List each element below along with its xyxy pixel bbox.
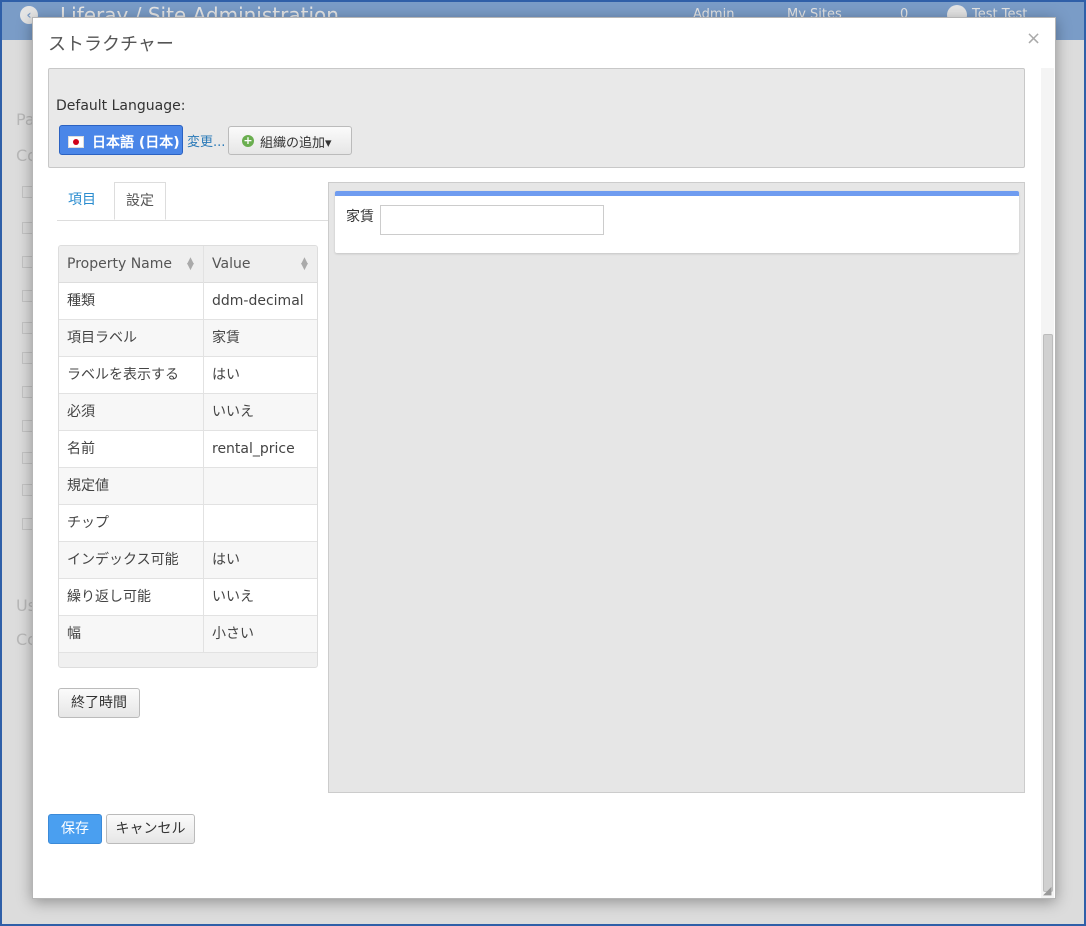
property-value-cell[interactable]: 家賃 xyxy=(204,320,240,356)
sort-icon[interactable]: ▲ ▼ xyxy=(301,257,308,272)
table-row[interactable]: 名前 rental_price xyxy=(59,431,317,468)
table-row[interactable]: 幅 小さい xyxy=(59,616,317,653)
table-header: Property Name ▲ ▼ Value ▲ ▼ xyxy=(59,246,317,283)
language-panel: Default Language: 日本語 (日本) 変更... + 組織の追加… xyxy=(48,68,1025,168)
table-row[interactable]: 繰り返し可能 いいえ xyxy=(59,579,317,616)
column-divider xyxy=(203,246,204,653)
add-organization-label: 組織の追加▾ xyxy=(260,136,332,151)
column-header-label: Property Name xyxy=(67,256,172,272)
property-name-cell: 規定値 xyxy=(67,478,109,494)
change-language-link[interactable]: 変更... xyxy=(187,131,225,150)
sort-icon[interactable]: ▲ ▼ xyxy=(187,257,194,272)
property-name-cell: チップ xyxy=(67,515,109,531)
rental-price-input[interactable] xyxy=(380,205,604,235)
scrollbar-thumb[interactable] xyxy=(1043,334,1053,892)
cancel-button[interactable]: キャンセル xyxy=(106,814,195,844)
close-settings-button[interactable]: 終了時間 xyxy=(58,688,140,718)
property-name-cell: 項目ラベル xyxy=(67,330,137,346)
property-name-cell: 名前 xyxy=(67,441,95,457)
resize-grip-icon[interactable]: ◢ xyxy=(1043,884,1051,897)
property-value-cell[interactable]: いいえ xyxy=(204,579,254,615)
property-value-cell[interactable] xyxy=(204,468,212,504)
table-row[interactable]: チップ xyxy=(59,505,317,542)
table-row[interactable]: インデックス可能 はい xyxy=(59,542,317,579)
field-label: 家賃 xyxy=(346,209,374,225)
language-button-label: 日本語 (日本) xyxy=(92,135,180,151)
dialog-title: ストラクチャー xyxy=(48,34,174,55)
property-name-cell: 種類 xyxy=(67,293,95,309)
plus-circle-icon: + xyxy=(242,134,254,147)
table-row[interactable]: ラベルを表示する はい xyxy=(59,357,317,394)
tab-fields[interactable]: 項目 xyxy=(57,182,107,219)
property-value-cell[interactable]: ddm-decimal xyxy=(204,283,304,319)
column-header-property-name[interactable]: Property Name xyxy=(59,246,203,282)
property-name-cell: インデックス可能 xyxy=(67,552,179,568)
selected-field[interactable]: 家賃 xyxy=(335,191,1019,253)
property-value-cell[interactable]: rental_price xyxy=(204,431,295,467)
close-icon[interactable]: × xyxy=(1026,28,1041,49)
property-name-cell: 必須 xyxy=(67,404,95,420)
tab-settings[interactable]: 設定 xyxy=(114,182,166,220)
property-value-cell[interactable]: はい xyxy=(204,357,240,393)
dialog-header: ストラクチャー × xyxy=(33,18,1055,66)
field-tabs: 項目 設定 xyxy=(57,182,329,221)
property-value-cell[interactable]: いいえ xyxy=(204,394,254,430)
property-value-cell[interactable]: 小さい xyxy=(204,616,254,652)
structure-dialog: ストラクチャー × Default Language: 日本語 (日本) 変更.… xyxy=(32,17,1056,899)
form-builder-canvas: 家賃 xyxy=(328,182,1025,793)
property-name-cell: 幅 xyxy=(67,626,81,642)
scrollbar[interactable] xyxy=(1041,68,1054,898)
property-table: Property Name ▲ ▼ Value ▲ ▼ 種類 ddm-decimal… xyxy=(58,245,318,668)
default-language-label: Default Language: xyxy=(56,98,186,114)
property-value-cell[interactable] xyxy=(204,505,212,541)
table-row[interactable]: 規定値 xyxy=(59,468,317,505)
language-button[interactable]: 日本語 (日本) xyxy=(59,125,183,155)
japan-flag-icon xyxy=(68,136,84,148)
save-button[interactable]: 保存 xyxy=(48,814,102,844)
table-row[interactable]: 必須 いいえ xyxy=(59,394,317,431)
table-row[interactable]: 項目ラベル 家賃 xyxy=(59,320,317,357)
property-name-cell: 繰り返し可能 xyxy=(67,589,151,605)
table-row[interactable]: 種類 ddm-decimal xyxy=(59,283,317,320)
property-value-cell[interactable]: はい xyxy=(204,542,240,578)
add-organization-button[interactable]: + 組織の追加▾ xyxy=(228,126,352,155)
property-name-cell: ラベルを表示する xyxy=(67,367,179,383)
column-header-label: Value xyxy=(212,256,251,272)
